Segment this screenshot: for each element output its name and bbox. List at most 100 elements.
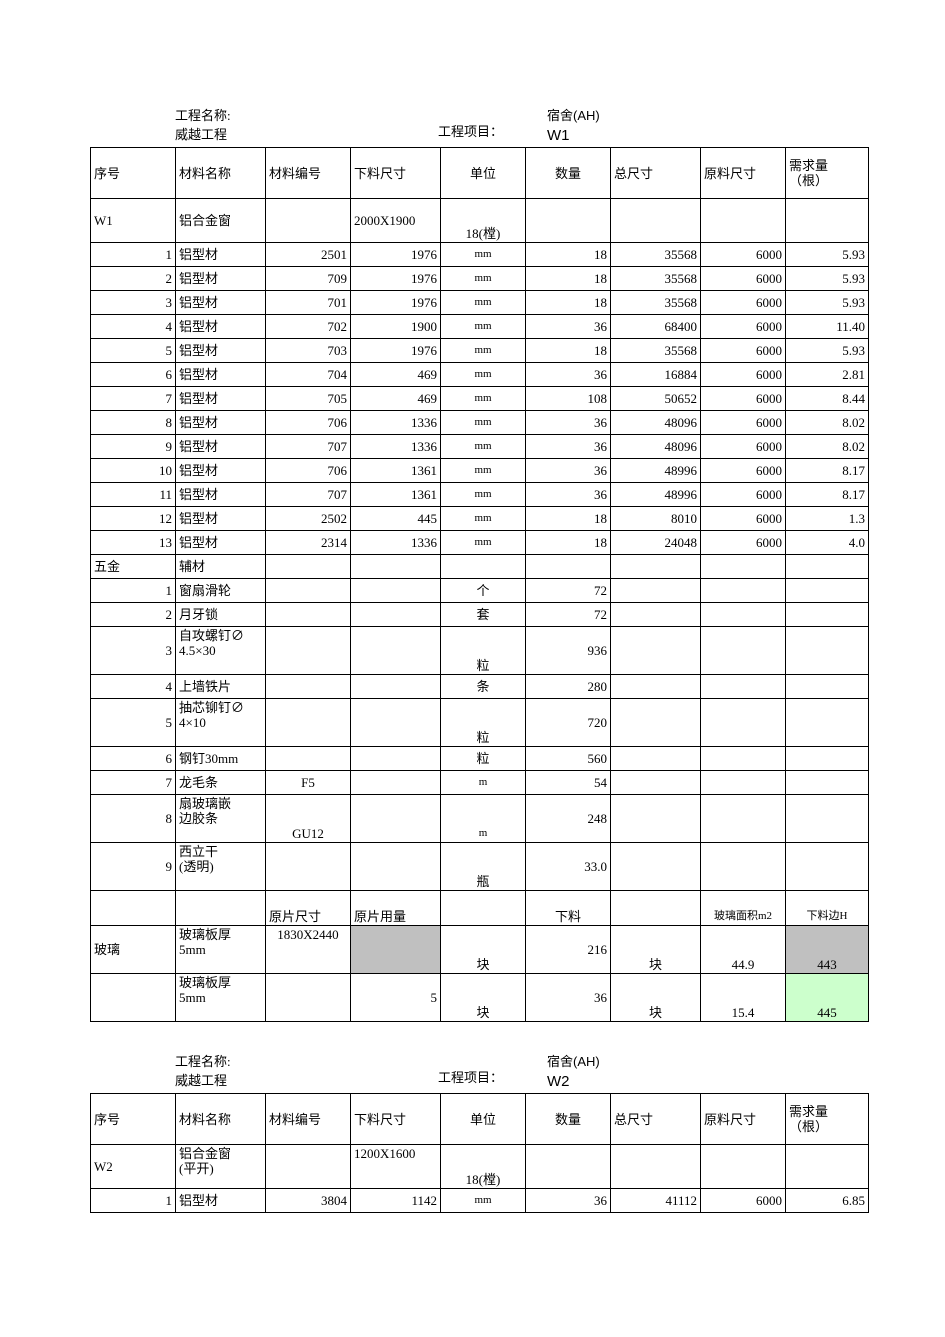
cell-seq[interactable]: 2 <box>90 266 176 291</box>
cell-seq[interactable]: 7 <box>90 770 176 795</box>
cell-unit[interactable]: 块 <box>440 973 526 1022</box>
cell-unit[interactable]: 套 <box>440 602 526 627</box>
cell-demand[interactable] <box>785 674 869 699</box>
cell-code[interactable] <box>265 626 351 675</box>
cell-cut-size[interactable]: 1361 <box>350 482 441 507</box>
col-header-raw-size[interactable]: 原料尺寸 <box>700 147 786 199</box>
cell-unit[interactable]: 粒 <box>440 698 526 747</box>
cell-seq[interactable]: 1 <box>90 578 176 603</box>
cell-qty[interactable]: 36 <box>525 362 611 387</box>
cell-code[interactable] <box>265 1144 351 1189</box>
cell-seq[interactable]: W2 <box>90 1144 176 1189</box>
cell-total-size[interactable]: 41112 <box>610 1188 701 1213</box>
col-header-total-size[interactable]: 总尺寸 <box>610 147 701 199</box>
cell-seq[interactable]: 8 <box>90 410 176 435</box>
cell-code[interactable]: 704 <box>265 362 351 387</box>
cell-code[interactable]: 706 <box>265 410 351 435</box>
cell-total-size[interactable] <box>610 770 701 795</box>
cell-cut-size[interactable] <box>350 554 441 579</box>
cell-code[interactable]: 2502 <box>265 506 351 531</box>
cell-qty[interactable]: 36 <box>525 973 611 1022</box>
cell-orig-usage-header[interactable]: 原片用量 <box>350 890 441 926</box>
cell-qty[interactable]: 18 <box>525 266 611 291</box>
cell-total-size[interactable]: 35568 <box>610 266 701 291</box>
cell-material[interactable]: 铝型材 <box>175 266 266 291</box>
cell-material[interactable]: 铝型材 <box>175 338 266 363</box>
cell-seq[interactable]: 1 <box>90 1188 176 1213</box>
cell-qty[interactable]: 36 <box>525 1188 611 1213</box>
cell-total-size[interactable] <box>610 890 701 926</box>
cell-code[interactable]: 709 <box>265 266 351 291</box>
cell-unit[interactable]: mm <box>440 338 526 363</box>
cell-total-size[interactable]: 16884 <box>610 362 701 387</box>
cell-qty[interactable]: 36 <box>525 434 611 459</box>
cell-qty[interactable] <box>525 1144 611 1189</box>
cell-unit[interactable]: m <box>440 770 526 795</box>
cell-seq[interactable]: 8 <box>90 794 176 843</box>
cell-code[interactable]: 703 <box>265 338 351 363</box>
cell-code[interactable]: 2314 <box>265 530 351 555</box>
cell-demand[interactable] <box>785 626 869 675</box>
cell-orig-size-header[interactable]: 原片尺寸 <box>265 890 351 926</box>
cell-raw-size[interactable]: 6000 <box>700 506 786 531</box>
cell-seq[interactable]: 6 <box>90 362 176 387</box>
cell-demand[interactable] <box>785 746 869 771</box>
cell-raw-size[interactable]: 6000 <box>700 314 786 339</box>
cell-code[interactable]: F5 <box>265 770 351 795</box>
cell-raw-size[interactable] <box>700 602 786 627</box>
cell-total-size[interactable]: 35568 <box>610 290 701 315</box>
cell-glass-area-header[interactable]: 玻璃面积m2 <box>700 890 786 926</box>
cell-seq[interactable]: 3 <box>90 290 176 315</box>
cell-cut-size[interactable] <box>350 626 441 675</box>
cell-demand[interactable] <box>785 770 869 795</box>
col-header-code[interactable]: 材料编号 <box>265 1093 351 1145</box>
cell-code[interactable]: 707 <box>265 482 351 507</box>
cell-seq[interactable] <box>90 890 176 926</box>
cell-total-size[interactable] <box>610 1144 701 1189</box>
cell-cut-size[interactable]: 469 <box>350 362 441 387</box>
cell-seq[interactable]: 5 <box>90 698 176 747</box>
cell-demand[interactable]: 8.44 <box>785 386 869 411</box>
cell-total-size[interactable] <box>610 698 701 747</box>
col-header-seq[interactable]: 序号 <box>90 147 176 199</box>
cell-orig-usage[interactable]: 5 <box>350 973 441 1022</box>
cell-cut-size[interactable]: 1976 <box>350 242 441 267</box>
cell-raw-size[interactable] <box>700 578 786 603</box>
cell-material[interactable]: 西立干 (透明) <box>175 842 266 891</box>
cell-cut-edge[interactable]: 445 <box>785 973 869 1022</box>
cell-raw-size[interactable]: 6000 <box>700 362 786 387</box>
cell-demand[interactable] <box>785 554 869 579</box>
cell-unit[interactable]: mm <box>440 1188 526 1213</box>
cell-material[interactable]: 铝型材 <box>175 434 266 459</box>
col-header-qty[interactable]: 数量 <box>525 147 611 199</box>
cell-raw-size[interactable]: 6000 <box>700 266 786 291</box>
cell-cut-size[interactable]: 445 <box>350 506 441 531</box>
cell-unit[interactable]: 条 <box>440 674 526 699</box>
cell-qty[interactable]: 36 <box>525 482 611 507</box>
cell-cut-size[interactable] <box>350 746 441 771</box>
cell-cut-size[interactable] <box>350 578 441 603</box>
cell-total-size[interactable]: 48996 <box>610 482 701 507</box>
cell-demand[interactable]: 1.3 <box>785 506 869 531</box>
cell-total-size[interactable] <box>610 578 701 603</box>
cell-demand[interactable]: 8.02 <box>785 410 869 435</box>
cell-unit2[interactable]: 块 <box>610 973 701 1022</box>
cell-material[interactable]: 抽芯铆钉∅ 4×10 <box>175 698 266 747</box>
cell-cut-size[interactable] <box>350 794 441 843</box>
cell-code[interactable] <box>265 554 351 579</box>
cell-code[interactable] <box>265 198 351 243</box>
cell-glass-label[interactable] <box>90 973 176 1022</box>
cell-demand[interactable]: 11.40 <box>785 314 869 339</box>
cell-qty[interactable]: 72 <box>525 602 611 627</box>
cell-qty[interactable]: 36 <box>525 458 611 483</box>
cell-material[interactable]: 铝合金窗 (平开) <box>175 1144 266 1189</box>
cell-glass-area[interactable]: 15.4 <box>700 973 786 1022</box>
cell-qty[interactable]: 18 <box>525 242 611 267</box>
cell-demand[interactable] <box>785 198 869 243</box>
cell-code[interactable] <box>265 602 351 627</box>
cell-qty[interactable]: 72 <box>525 578 611 603</box>
cell-qty[interactable]: 280 <box>525 674 611 699</box>
cell-cut-edge-header[interactable]: 下料边H <box>785 890 869 926</box>
cell-unit[interactable] <box>440 554 526 579</box>
cell-total-size[interactable] <box>610 746 701 771</box>
